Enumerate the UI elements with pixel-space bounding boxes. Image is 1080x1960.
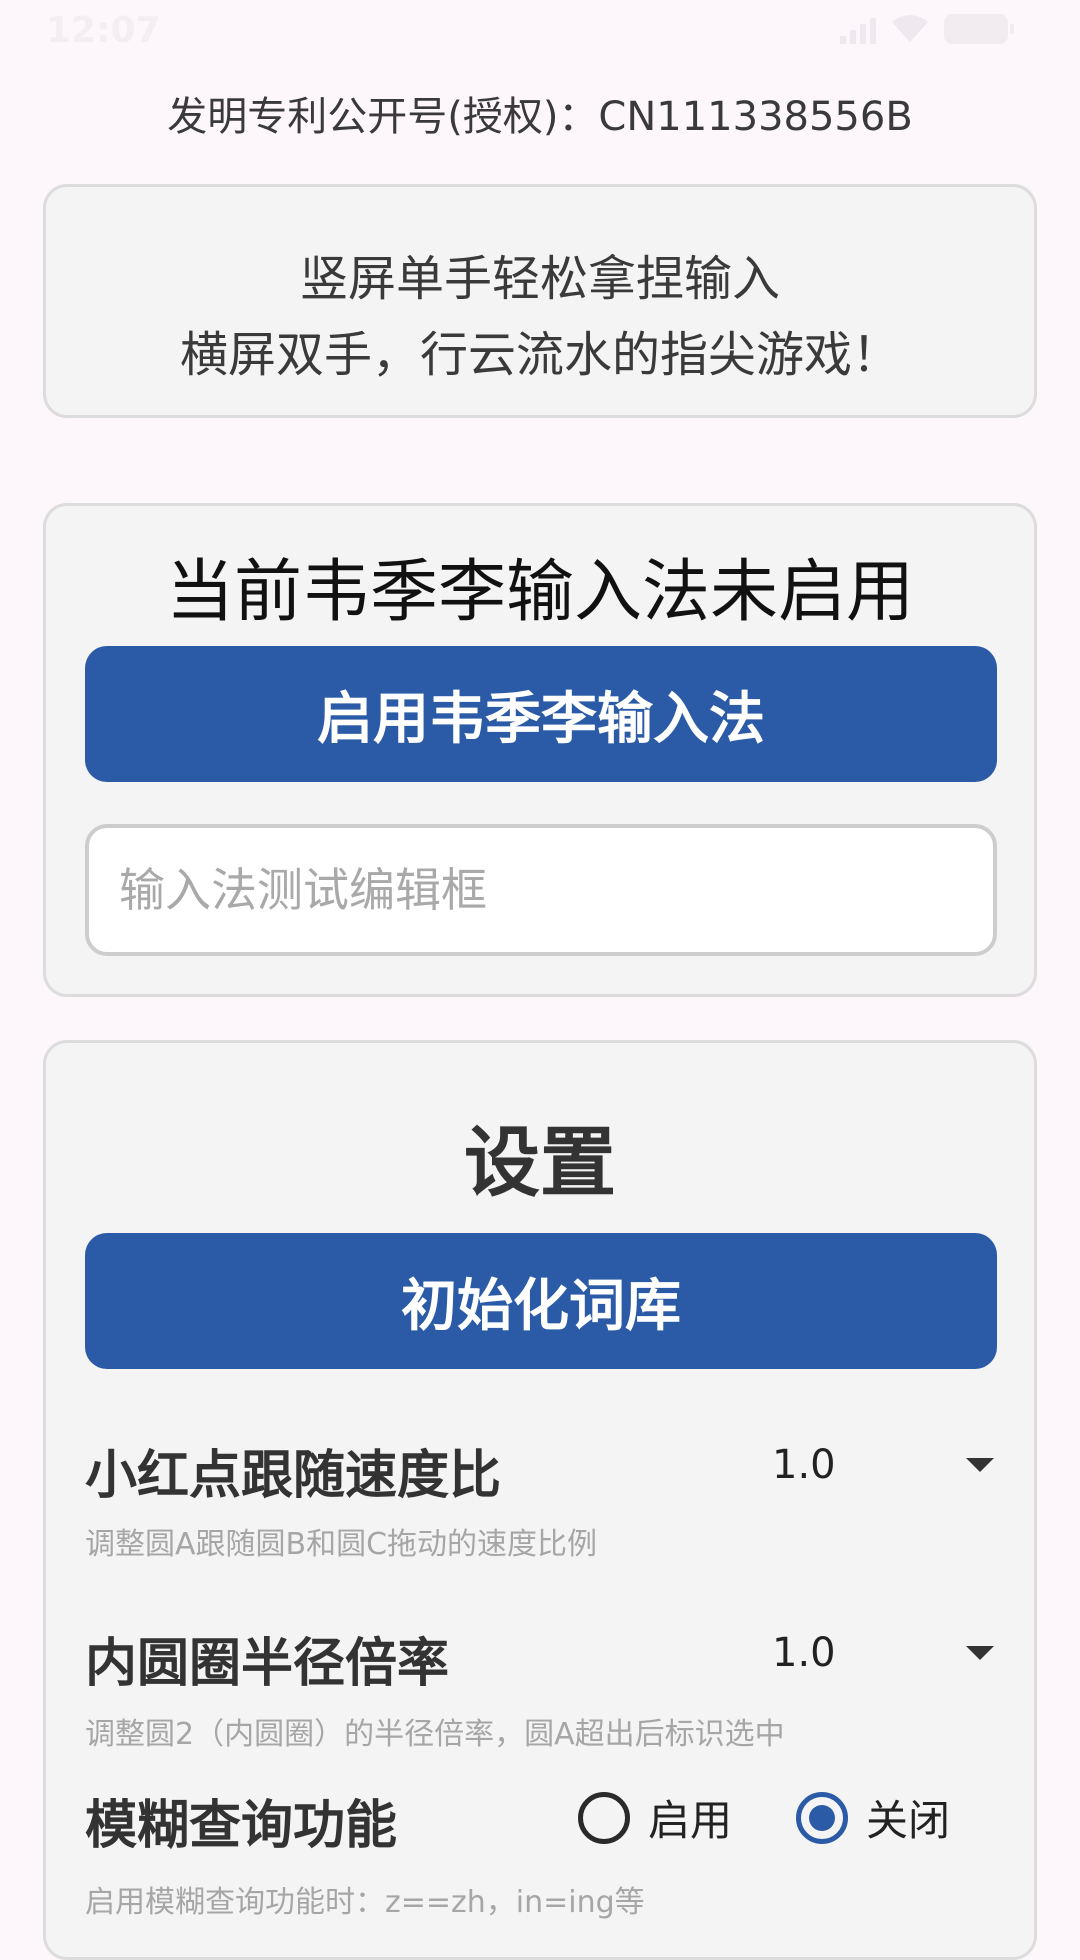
inner-radius-dropdown[interactable]: 1.0 (766, 1613, 1006, 1693)
settings-title: 设置 (464, 1118, 616, 1207)
chevron-down-icon (966, 1458, 994, 1472)
status-time: 12:07 (46, 10, 161, 51)
follow-speed-description: 调整圆A跟随圆B和圆C拖动的速度比例 (85, 1527, 598, 1562)
status-icons (840, 14, 1014, 44)
slogan-card: 竖屏单手轻松拿捏输入 横屏双手，行云流水的指尖游戏！ (43, 184, 1037, 418)
chevron-down-icon (966, 1646, 994, 1660)
ime-status-card: 当前韦季李输入法未启用 启用韦季李输入法 (43, 503, 1037, 997)
status-bar: 12:07 (0, 0, 1080, 64)
ime-status-title: 当前韦季李输入法未启用 (165, 553, 914, 632)
follow-speed-value: 1.0 (772, 1442, 836, 1488)
settings-card: 设置 初始化词库 小红点跟随速度比 1.0 调整圆A跟随圆B和圆C拖动的速度比例… (43, 1040, 1037, 1960)
signal-icon (840, 14, 876, 44)
inner-radius-value: 1.0 (772, 1630, 836, 1676)
radio-off-icon (578, 1791, 630, 1844)
fuzzy-query-off-radio[interactable]: 关闭 (796, 1787, 950, 1848)
follow-speed-dropdown[interactable]: 1.0 (766, 1425, 1006, 1505)
slogan-line-2: 横屏双手，行云流水的指尖游戏！ (179, 327, 900, 383)
inner-radius-description: 调整圆2（内圆圈）的半径倍率，圆A超出后标识选中 (85, 1717, 785, 1752)
fuzzy-query-on-radio[interactable]: 启用 (578, 1787, 732, 1848)
slogan-line-1: 竖屏单手轻松拿捏输入 (299, 251, 780, 307)
radio-on-icon (796, 1791, 848, 1844)
inner-radius-label: 内圆圈半径倍率 (85, 1634, 450, 1694)
fuzzy-query-label: 模糊查询功能 (85, 1796, 398, 1856)
fuzzy-query-on-label: 启用 (648, 1796, 733, 1845)
battery-icon (944, 14, 1014, 44)
follow-speed-label: 小红点跟随速度比 (85, 1446, 502, 1506)
ime-test-input[interactable] (85, 824, 997, 956)
wifi-icon (892, 15, 928, 42)
enable-ime-button[interactable]: 启用韦季李输入法 (85, 646, 997, 782)
fuzzy-query-off-label: 关闭 (866, 1796, 951, 1845)
fuzzy-query-description: 启用模糊查询功能时：z==zh，in=ing等 (85, 1885, 645, 1920)
patent-number: 发明专利公开号(授权)：CN111338556B (167, 94, 913, 140)
init-dictionary-button[interactable]: 初始化词库 (85, 1233, 997, 1369)
